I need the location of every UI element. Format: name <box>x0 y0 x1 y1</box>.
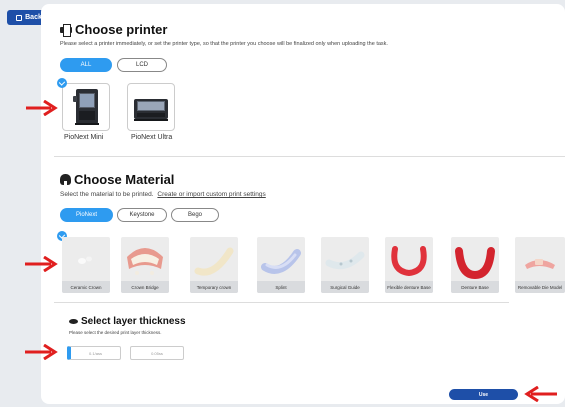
printer-name-mini: PioNext Mini <box>64 134 104 141</box>
printer-card-pionext-mini[interactable] <box>62 83 110 131</box>
filter-all[interactable]: ALL <box>60 58 112 72</box>
layer-title-text: Select layer thickness <box>81 316 186 327</box>
custom-settings-link[interactable]: Create or import custom print settings <box>157 191 265 198</box>
material-label: Flexible denture Base <box>385 281 433 293</box>
material-section-description: Select the material to be printed. Creat… <box>60 191 266 198</box>
layer-option-1-label: 0.1/ass <box>89 350 102 356</box>
material-label: Crown Bridge <box>121 281 169 293</box>
brand-bego-label: Bego <box>187 212 202 218</box>
material-label: Splint <box>257 281 305 293</box>
annotation-arrow-icon <box>25 344 58 360</box>
brand-keystone-label: Keystone <box>129 212 155 218</box>
material-label: Denture Base <box>451 281 499 293</box>
section-divider <box>54 156 565 157</box>
surgical-guide-image <box>325 251 365 270</box>
layer-icon <box>69 319 78 324</box>
material-card-ceramic-crown[interactable]: Ceramic Crown <box>62 237 110 293</box>
tooth-icon <box>60 174 71 185</box>
section-divider-2 <box>54 302 509 303</box>
material-label: Temporary crown <box>190 281 238 293</box>
printer-card-pionext-ultra[interactable] <box>127 83 175 131</box>
printer-section-title: Choose printer <box>60 22 167 37</box>
layer-option-1[interactable]: 0.1/ass <box>67 346 121 360</box>
filter-lcd-label: LCD <box>135 62 148 68</box>
ceramic-crown-image <box>78 256 92 264</box>
flexible-denture-base-image <box>391 246 427 277</box>
denture-base-image <box>455 247 495 280</box>
material-card-removable-die-model[interactable]: Removable Die Model <box>515 237 565 293</box>
filter-all-label: ALL <box>80 62 92 68</box>
brand-bego[interactable]: Bego <box>171 208 219 222</box>
printer-section-description: Please select a printer immediately, or … <box>60 41 388 47</box>
use-button[interactable]: Use <box>449 389 518 400</box>
material-card-temporary-crown[interactable]: Temporary crown <box>190 237 238 293</box>
annotation-arrow-icon <box>25 256 58 272</box>
printer-icon <box>60 24 72 37</box>
material-card-flexible-denture-base[interactable]: Flexible denture Base <box>385 237 433 293</box>
splint-image <box>261 249 301 274</box>
material-card-crown-bridge[interactable]: Crown Bridge <box>121 237 169 293</box>
back-icon <box>16 14 23 21</box>
printer-ultra-image <box>134 99 168 121</box>
printer-name-ultra: PioNext Ultra <box>131 134 173 141</box>
brand-pionext[interactable]: PioNext <box>60 208 113 222</box>
brand-keystone[interactable]: Keystone <box>117 208 167 222</box>
layer-option-2-label: 0.05ss <box>151 350 163 356</box>
annotation-arrow-icon <box>524 386 557 402</box>
material-description-text: Select the material to be printed. <box>60 191 154 198</box>
material-label: Ceramic Crown <box>62 281 110 293</box>
material-card-splint[interactable]: Splint <box>257 237 305 293</box>
layer-section-description: Please select the desired print layer th… <box>69 330 162 335</box>
layer-option-2[interactable]: 0.05ss <box>130 346 184 360</box>
material-label: Removable Die Model <box>515 281 565 293</box>
material-title-text: Choose Material <box>74 172 175 187</box>
removable-die-model-image <box>525 259 555 269</box>
printer-selected-check-icon <box>57 78 67 88</box>
filter-lcd[interactable]: LCD <box>117 58 167 72</box>
material-section-title: Choose Material <box>60 172 174 187</box>
printer-title-text: Choose printer <box>75 22 168 37</box>
use-button-label: Use <box>478 391 489 398</box>
temporary-crown-image <box>194 247 234 276</box>
annotation-arrow-icon <box>26 100 58 116</box>
back-label: Back <box>25 14 42 21</box>
printer-mini-image <box>73 89 99 125</box>
material-card-denture-base[interactable]: Denture Base <box>451 237 499 293</box>
layer-section-title: Select layer thickness <box>69 316 186 327</box>
material-card-surgical-guide[interactable]: Surgical Guide <box>321 237 369 293</box>
brand-pionext-label: PioNext <box>75 212 97 218</box>
crown-bridge-image <box>127 248 163 275</box>
material-label: Surgical Guide <box>321 281 369 293</box>
